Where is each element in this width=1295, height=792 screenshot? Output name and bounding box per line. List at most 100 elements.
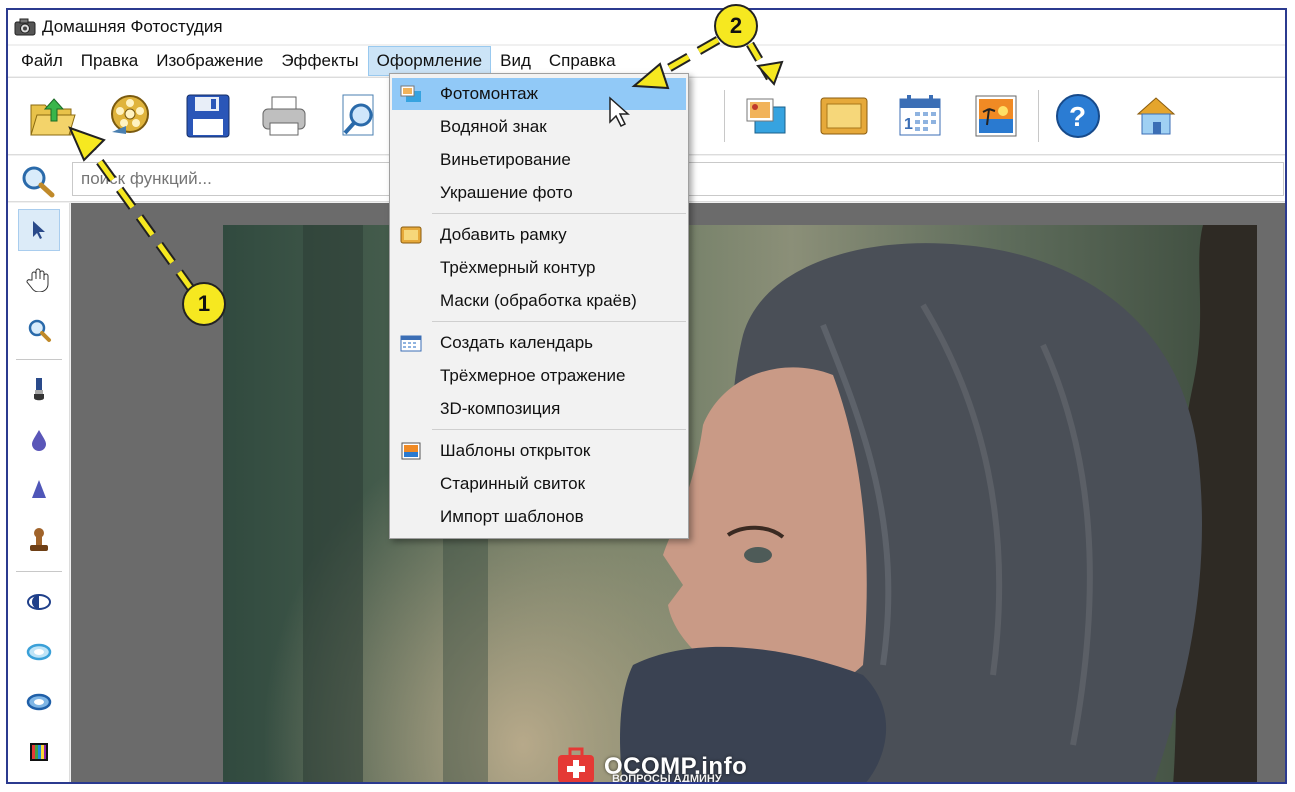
menu-item-label: Трёхмерный контур [440, 258, 596, 277]
menu-item-label: Шаблоны открыток [440, 441, 591, 460]
menu-item-add-frame[interactable]: Добавить рамку [392, 219, 686, 251]
calendar-button[interactable]: 1 [892, 88, 948, 144]
menu-item-3d-contour[interactable]: Трёхмерный контур [392, 252, 686, 284]
menu-item-label: 3D-композиция [440, 399, 561, 418]
help-icon: ? [1056, 94, 1100, 138]
print-icon [262, 96, 306, 136]
drop-icon [32, 430, 46, 451]
hand-icon [26, 268, 49, 292]
menu-design[interactable]: Оформление [367, 46, 492, 76]
brush-icon [34, 378, 44, 401]
toolbar-separator [1038, 90, 1039, 142]
print-button[interactable] [256, 88, 312, 144]
open-button[interactable] [24, 88, 80, 144]
title-bar: Домашняя Фотостудия [8, 10, 1285, 44]
magnifier-icon [22, 166, 55, 198]
menu-item-label: Импорт шаблонов [440, 507, 584, 526]
annotation-badge-1: 1 [182, 282, 226, 326]
frame-button[interactable] [816, 88, 872, 144]
camera-icon [14, 18, 36, 36]
photomontage-icon [400, 85, 421, 102]
svg-text:?: ? [1069, 101, 1086, 132]
menu-item-masks[interactable]: Маски (обработка краёв) [392, 285, 686, 317]
open-folder-icon [30, 98, 76, 136]
left-toolbar [8, 203, 70, 782]
menu-item-label: Водяной знак [440, 117, 547, 136]
pointer-icon [33, 221, 45, 239]
menu-item-label: Украшение фото [440, 183, 573, 202]
watermark: OCOMP.info ВОПРОСЫ АДМИНУ [554, 746, 747, 784]
menu-bar: Файл Правка Изображение Эффекты Оформлен… [8, 46, 1285, 76]
photomontage-button[interactable] [738, 88, 794, 144]
tool-separator [16, 359, 62, 360]
postcard-button[interactable] [968, 88, 1024, 144]
menu-item-vignette[interactable]: Виньетирование [392, 144, 686, 176]
preview-icon [342, 94, 374, 136]
menu-item-calendar[interactable]: Создать календарь [392, 327, 686, 359]
save-button[interactable] [180, 88, 236, 144]
film-button[interactable] [102, 88, 158, 144]
zoom-icon [28, 319, 51, 342]
menu-view[interactable]: Вид [491, 46, 540, 76]
menu-separator [432, 213, 686, 214]
menu-item-3d-composition[interactable]: 3D-композиция [392, 393, 686, 425]
eye-outline-icon [26, 693, 52, 711]
search-button[interactable] [20, 164, 56, 198]
menu-help[interactable]: Справка [540, 46, 625, 76]
portrait-image [303, 225, 1257, 782]
photo [223, 225, 1257, 782]
toolbar-separator [724, 90, 725, 142]
menu-separator [432, 429, 686, 430]
tool-separator [16, 571, 62, 572]
save-floppy-icon [186, 94, 230, 138]
stamp-tool[interactable] [18, 519, 60, 561]
home-button[interactable] [1128, 88, 1184, 144]
menu-item-label: Маски (обработка краёв) [440, 291, 637, 310]
medical-kit-icon [558, 747, 594, 782]
color-bars-tool[interactable] [18, 731, 60, 773]
sharpen-tool[interactable] [18, 469, 60, 511]
watermark-subtext: ВОПРОСЫ АДМИНУ [612, 773, 722, 784]
postcard-icon [975, 95, 1017, 137]
window-title: Домашняя Фотостудия [42, 17, 223, 36]
menu-item-3d-reflection[interactable]: Трёхмерное отражение [392, 360, 686, 392]
eye-light-tool[interactable] [18, 631, 60, 673]
menu-item-watermark[interactable]: Водяной знак [392, 111, 686, 143]
menu-item-label: Создать календарь [440, 333, 594, 352]
menu-item-import-templates[interactable]: Импорт шаблонов [392, 501, 686, 533]
frame-icon [820, 97, 868, 135]
menu-file[interactable]: Файл [12, 46, 72, 76]
menu-item-postcard-templates[interactable]: Шаблоны открыток [392, 435, 686, 467]
menu-item-label: Добавить рамку [440, 225, 567, 244]
svg-text:1: 1 [904, 116, 913, 133]
menu-effects[interactable]: Эффекты [272, 46, 367, 76]
home-icon [1136, 97, 1176, 135]
calendar-icon: 1 [899, 95, 941, 136]
eye-outline-tool[interactable] [18, 681, 60, 723]
drop-tool[interactable] [18, 419, 60, 461]
stamp-icon [30, 528, 48, 551]
menu-item-old-scroll[interactable]: Старинный свиток [392, 468, 686, 500]
film-reel-icon [111, 95, 149, 134]
menu-item-label: Старинный свиток [440, 474, 586, 493]
help-button[interactable]: ? [1050, 88, 1106, 144]
eye-dark-tool[interactable] [18, 581, 60, 623]
sharpen-icon [32, 480, 46, 498]
brush-tool[interactable] [18, 369, 60, 411]
menu-separator [432, 321, 686, 322]
color-bars-icon [30, 743, 48, 761]
hand-tool[interactable] [18, 259, 60, 301]
postcard-icon [401, 442, 421, 460]
menu-item-label: Виньетирование [440, 150, 571, 169]
eye-dark-icon [27, 594, 51, 610]
pointer-tool[interactable] [18, 209, 60, 251]
eye-light-icon [26, 643, 52, 661]
calendar-icon [400, 335, 422, 352]
menu-item-photomontage[interactable]: Фотомонтаж [392, 78, 686, 110]
zoom-tool[interactable] [18, 309, 60, 351]
menu-image[interactable]: Изображение [147, 46, 272, 76]
preview-button[interactable] [332, 88, 388, 144]
annotation-badge-2: 2 [714, 4, 758, 48]
menu-edit[interactable]: Правка [72, 46, 147, 76]
menu-item-decoration[interactable]: Украшение фото [392, 177, 686, 209]
